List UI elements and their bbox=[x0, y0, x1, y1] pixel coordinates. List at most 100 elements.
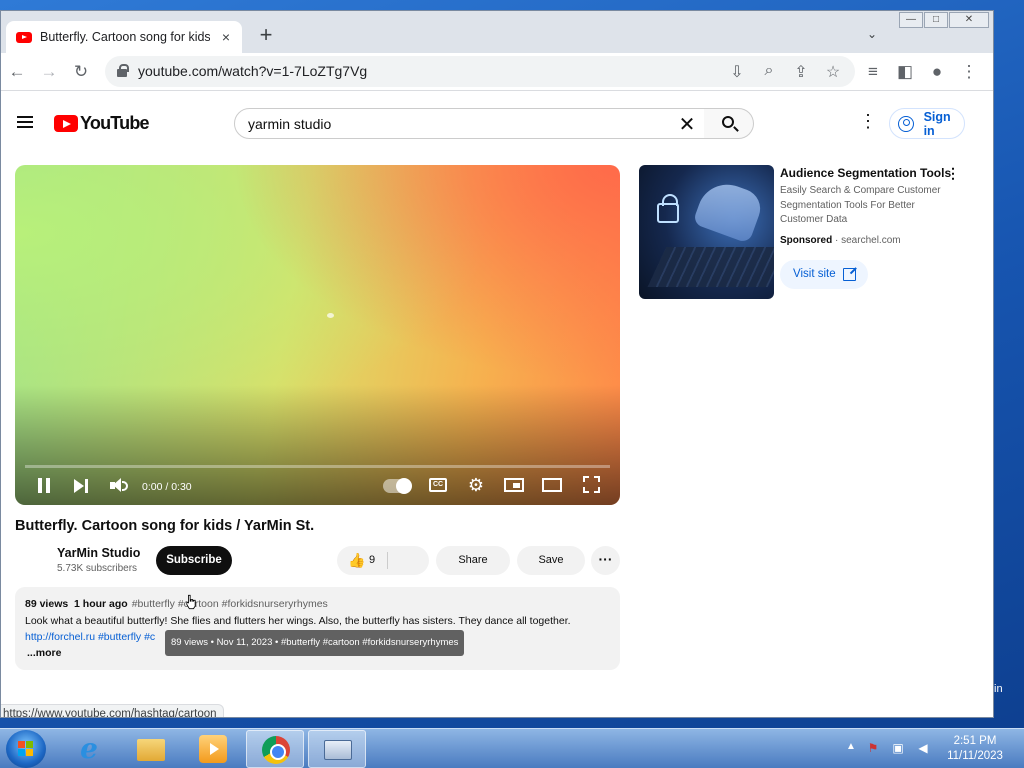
ad-thumbnail[interactable] bbox=[639, 165, 774, 299]
media-player-icon bbox=[199, 735, 227, 763]
youtube-logo[interactable]: YouTube bbox=[54, 113, 150, 134]
ad-domain: searchel.com bbox=[841, 235, 901, 246]
video-player[interactable]: 0:00 / 0:30 CC ⚙ bbox=[15, 165, 620, 505]
sign-in-label: Sign in bbox=[923, 109, 951, 138]
sign-in-button[interactable]: Sign in bbox=[889, 108, 965, 139]
ad-keyboard-graphic bbox=[647, 247, 774, 287]
description-stats: 89 views 1 hour ago #butterfly #cartoon #… bbox=[25, 598, 328, 610]
tab-youtube[interactable]: Butterfly. Cartoon song for kids / YarMi… bbox=[6, 21, 242, 53]
search-value[interactable]: yarmin studio bbox=[248, 116, 331, 132]
taskbar-chrome[interactable] bbox=[246, 730, 304, 768]
description-link-url[interactable]: http://forchel.ru bbox=[25, 631, 95, 643]
zoom-icon[interactable]: ⌕ bbox=[759, 62, 779, 80]
hamburger-menu-icon[interactable] bbox=[17, 116, 33, 128]
menu-icon[interactable]: ⋮ bbox=[959, 62, 979, 82]
description-links: http://forchel.ru #butterfly #c bbox=[25, 631, 155, 643]
description-box[interactable]: 89 views 1 hour ago #butterfly #cartoon #… bbox=[15, 587, 620, 670]
subscribe-button[interactable]: Subscribe bbox=[156, 546, 232, 575]
channel-avatar[interactable] bbox=[15, 546, 51, 582]
search-button[interactable] bbox=[704, 108, 754, 139]
tab-list-chevron-icon[interactable]: ⌄ bbox=[867, 27, 877, 41]
bookmark-star-icon[interactable]: ☆ bbox=[823, 62, 843, 82]
minimize-button[interactable]: — bbox=[899, 12, 923, 28]
start-button[interactable] bbox=[6, 730, 46, 768]
profile-icon[interactable]: ● bbox=[927, 62, 947, 82]
windows-flag-icon bbox=[18, 741, 34, 757]
clear-search-icon[interactable]: ✕ bbox=[676, 112, 698, 137]
like-count: 9 bbox=[369, 554, 376, 566]
search-input[interactable]: yarmin studio ✕ bbox=[234, 108, 705, 139]
ad-sponsor-line: Sponsored · searchel.com bbox=[780, 235, 901, 246]
search-icon bbox=[722, 116, 734, 128]
subscriber-count: 5.73K subscribers bbox=[57, 563, 138, 574]
settings-kebab-icon[interactable]: ⋮ bbox=[859, 112, 877, 130]
visit-site-label: Visit site bbox=[793, 268, 836, 280]
sponsored-label: Sponsored bbox=[780, 235, 833, 246]
fullscreen-icon[interactable] bbox=[583, 476, 600, 493]
hashtag-link-partial[interactable]: #c bbox=[144, 631, 155, 643]
external-link-icon bbox=[843, 268, 856, 281]
settings-gear-icon[interactable]: ⚙ bbox=[467, 476, 485, 494]
close-window-button[interactable]: ✕ bbox=[949, 12, 989, 28]
clock-time: 2:51 PM bbox=[953, 735, 997, 747]
youtube-logo-text: YouTube bbox=[80, 113, 150, 133]
channel-name[interactable]: YarMin Studio bbox=[57, 546, 140, 560]
hashtag-link[interactable]: #butterfly bbox=[98, 631, 141, 643]
taskbar-internet-explorer[interactable]: e bbox=[60, 730, 118, 768]
status-bar-url: https://www.youtube.com/hashtag/cartoon bbox=[1, 704, 224, 717]
youtube-header: YouTube yarmin studio ✕ ⋮ Sign in bbox=[1, 92, 993, 148]
ad-title[interactable]: Audience Segmentation Tools bbox=[780, 166, 951, 180]
ad-description: Easily Search & Compare Customer Segment… bbox=[780, 185, 941, 225]
pause-icon[interactable] bbox=[37, 475, 51, 497]
desktop-side-text: in bbox=[994, 683, 1003, 695]
taskbar-keyboard[interactable] bbox=[308, 730, 366, 768]
padlock-icon bbox=[657, 194, 679, 223]
visit-site-button[interactable]: Visit site bbox=[780, 260, 868, 289]
volume-icon[interactable] bbox=[110, 475, 128, 497]
theater-mode-icon[interactable] bbox=[542, 478, 562, 492]
share-button[interactable]: Share bbox=[436, 546, 510, 575]
tray-expand-icon[interactable]: ▲ bbox=[846, 741, 856, 752]
tab-title: Butterfly. Cartoon song for kids / YarMi… bbox=[40, 30, 210, 44]
forward-icon[interactable]: → bbox=[39, 62, 59, 82]
network-icon[interactable]: ▣ bbox=[891, 741, 905, 755]
mouse-cursor-icon bbox=[186, 594, 196, 610]
action-center-flag-icon[interactable]: ⚑ bbox=[866, 741, 880, 755]
url-text[interactable]: youtube.com/watch?v=1-7LoZTg7Vg bbox=[138, 63, 367, 79]
new-tab-button[interactable]: + bbox=[255, 24, 277, 47]
more-actions-button[interactable]: ··· bbox=[591, 546, 620, 575]
lock-icon[interactable] bbox=[117, 64, 129, 77]
reload-icon[interactable]: ↻ bbox=[71, 62, 91, 82]
reading-list-icon[interactable]: ≡ bbox=[863, 62, 883, 82]
like-dislike-divider bbox=[387, 552, 388, 569]
taskbar-file-explorer[interactable] bbox=[122, 730, 180, 768]
description-tags[interactable]: #butterfly #cartoon #forkidsnurseryrhyme… bbox=[132, 598, 328, 610]
address-bar[interactable]: youtube.com/watch?v=1-7LoZTg7Vg ⇩ ⌕ ⇪ ☆ bbox=[105, 56, 855, 87]
system-clock[interactable]: 2:51 PM 11/11/2023 bbox=[935, 734, 1015, 764]
miniplayer-icon[interactable] bbox=[504, 478, 524, 492]
youtube-favicon-icon bbox=[16, 31, 32, 43]
next-icon[interactable] bbox=[73, 475, 89, 497]
show-more-link[interactable]: ...more bbox=[27, 647, 61, 659]
progress-bar[interactable] bbox=[25, 465, 610, 468]
video-title: Butterfly. Cartoon song for kids / YarMi… bbox=[15, 518, 315, 534]
install-icon[interactable]: ⇩ bbox=[727, 62, 747, 82]
taskbar-media-player[interactable] bbox=[184, 730, 242, 768]
save-button[interactable]: Save bbox=[517, 546, 585, 575]
maximize-button[interactable]: □ bbox=[924, 12, 948, 28]
keyboard-icon bbox=[324, 740, 352, 760]
browser-toolbar: ← → ↻ youtube.com/watch?v=1-7LoZTg7Vg ⇩ … bbox=[1, 53, 993, 91]
description-text: Look what a beautiful butterfly! She fli… bbox=[25, 615, 571, 627]
ad-menu-icon[interactable]: ⋮ bbox=[946, 166, 960, 180]
clock-date: 11/11/2023 bbox=[947, 750, 1003, 762]
back-icon[interactable]: ← bbox=[7, 62, 27, 82]
captions-icon[interactable]: CC bbox=[429, 478, 447, 492]
volume-muted-icon[interactable]: ◀ bbox=[916, 741, 930, 755]
share-icon[interactable]: ⇪ bbox=[791, 62, 811, 82]
tab-close-icon[interactable]: × bbox=[218, 29, 234, 45]
loading-indicator bbox=[327, 313, 334, 318]
side-panel-icon[interactable]: ◧ bbox=[895, 62, 915, 82]
account-icon bbox=[898, 115, 914, 132]
autoplay-toggle[interactable] bbox=[383, 478, 412, 494]
like-button[interactable]: 👍 9 bbox=[337, 546, 429, 575]
